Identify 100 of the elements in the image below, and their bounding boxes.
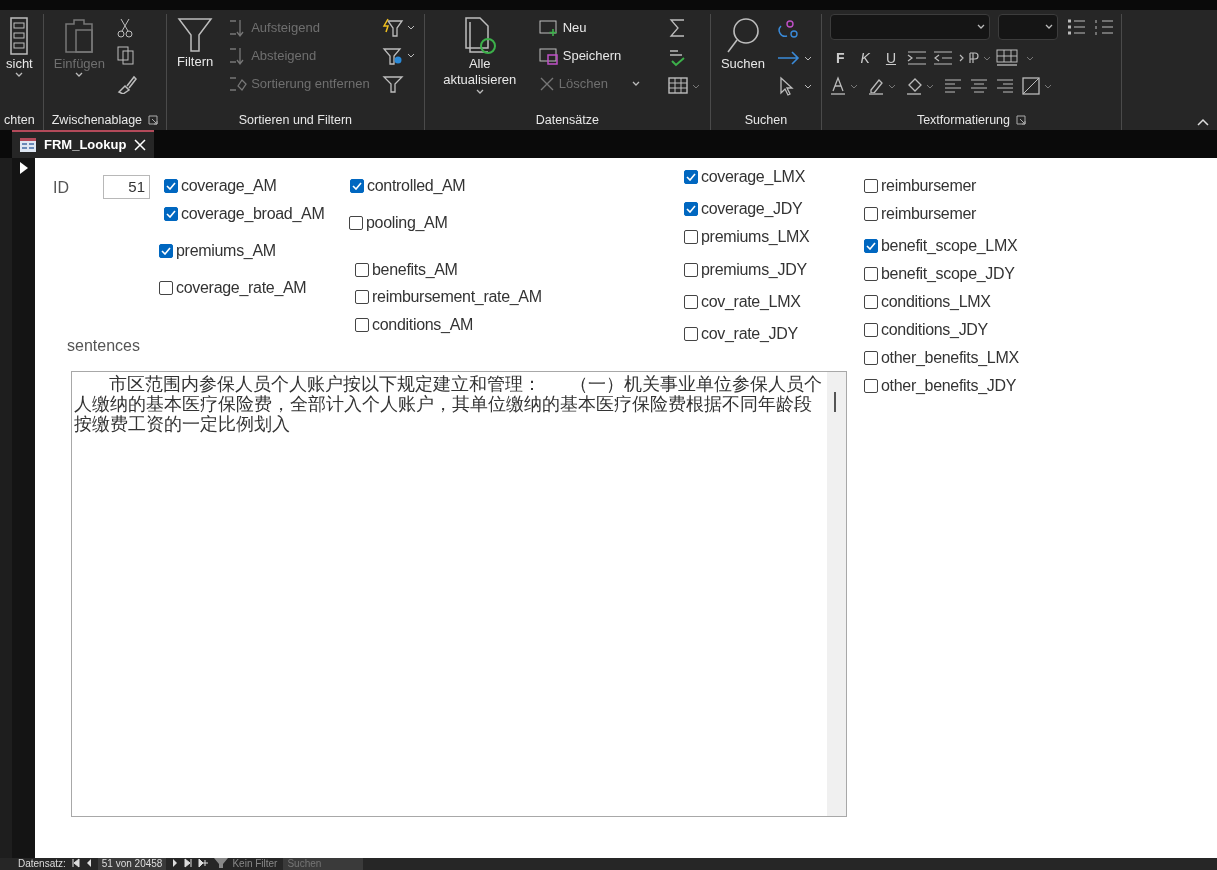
- last-record-icon[interactable]: [184, 858, 193, 868]
- checkbox[interactable]: [159, 281, 173, 295]
- bullet-list-icon[interactable]: [1066, 18, 1086, 36]
- checkbox-label: benefit_scope_JDY: [881, 264, 1015, 284]
- checkbox[interactable]: [159, 244, 173, 258]
- checkbox[interactable]: [349, 216, 363, 230]
- checkbox[interactable]: [864, 323, 878, 337]
- caret-icon[interactable]: [15, 72, 24, 79]
- checkbox-label: conditions_AM: [372, 315, 474, 335]
- caret-icon[interactable]: [475, 88, 484, 95]
- checkbox[interactable]: [684, 295, 698, 309]
- checkbox[interactable]: [864, 295, 878, 309]
- checkbox-label: other_benefits_LMX: [881, 348, 1019, 368]
- checkbox[interactable]: [864, 379, 878, 393]
- checkbox[interactable]: [864, 207, 878, 221]
- delete-icon: [538, 76, 555, 92]
- checkbox[interactable]: [864, 239, 878, 253]
- checkbox[interactable]: [355, 318, 369, 332]
- format-button[interactable]: K: [854, 44, 876, 72]
- checkbox-label: conditions_LMX: [881, 292, 991, 312]
- ribbon-button[interactable]: Suchen: [718, 14, 767, 75]
- checkbox[interactable]: [684, 170, 698, 184]
- collapse-ribbon-icon[interactable]: [1197, 118, 1209, 126]
- checkbox-label: reimbursemer: [881, 176, 977, 196]
- save-record-icon: [538, 47, 559, 65]
- group-label: chten: [4, 111, 35, 129]
- funnel-icon: [177, 16, 214, 54]
- checkbox[interactable]: [684, 263, 698, 277]
- scrollbar[interactable]: [827, 372, 846, 816]
- checkbox[interactable]: [350, 179, 364, 193]
- id-field[interactable]: 51: [103, 175, 150, 199]
- checkbox-label: controlled_AM: [367, 176, 466, 196]
- checkbox[interactable]: [355, 290, 369, 304]
- filter-status[interactable]: Kein Filter: [214, 858, 278, 870]
- format-button[interactable]: F: [830, 44, 851, 72]
- paintbrush-icon[interactable]: [117, 74, 138, 94]
- ribbon-button[interactable]: sicht: [4, 14, 35, 81]
- group-label: Sortieren und Filtern: [238, 111, 353, 129]
- dialog-launcher-icon[interactable]: [1016, 115, 1027, 125]
- checkbox-label: benefits_AM: [372, 260, 458, 280]
- field-label: ID: [53, 178, 69, 198]
- checkbox-label: premiums_JDY: [701, 260, 807, 280]
- toggle-filter-icon[interactable]: [381, 74, 404, 94]
- shape-border-icon[interactable]: [1022, 76, 1054, 96]
- select-pointer-icon[interactable]: [777, 76, 813, 96]
- checkbox-label: premiums_AM: [176, 241, 276, 261]
- format-button[interactable]: U: [879, 44, 902, 72]
- close-icon[interactable]: [134, 139, 147, 151]
- document-tab[interactable]: FRM_Lookup: [12, 130, 155, 158]
- first-record-icon[interactable]: [71, 858, 80, 868]
- table-icon[interactable]: [667, 76, 702, 96]
- checkbox[interactable]: [864, 179, 878, 193]
- checkbox-label: coverage_AM: [181, 176, 277, 196]
- checkbox[interactable]: [164, 179, 178, 193]
- font-color-icon[interactable]: [830, 76, 860, 96]
- record-number-field[interactable]: 51 von 20458: [97, 858, 167, 870]
- ribbon-button[interactable]: Filtern: [175, 14, 216, 73]
- ribbon-button[interactable]: Speichern: [536, 42, 642, 70]
- new-record-icon: [538, 19, 559, 37]
- group-label: Suchen: [744, 111, 788, 129]
- next-record-icon[interactable]: [172, 858, 179, 868]
- increase-indent-icon[interactable]: [906, 49, 928, 67]
- checkbox-label: reimbursemer: [881, 204, 977, 224]
- record-selector-icon[interactable]: [19, 162, 28, 174]
- checkbox-label: premiums_LMX: [701, 227, 810, 247]
- copy-icon[interactable]: [117, 46, 136, 66]
- advanced-filter-icon[interactable]: [381, 46, 416, 66]
- ribbon-button[interactable]: Alle aktualisieren: [432, 14, 527, 97]
- checkbox-label: benefit_scope_LMX: [881, 236, 1018, 256]
- checkbox-label: coverage_rate_AM: [176, 278, 307, 298]
- form-view-icon: [9, 16, 30, 56]
- align-right-icon[interactable]: [996, 78, 1014, 94]
- checkbox[interactable]: [164, 207, 178, 221]
- checkbox[interactable]: [684, 202, 698, 216]
- checkbox[interactable]: [355, 263, 369, 277]
- dialog-launcher-icon[interactable]: [148, 115, 159, 125]
- decrease-indent-icon[interactable]: [932, 49, 954, 67]
- quick-filter-icon[interactable]: [381, 18, 416, 38]
- caret-icon[interactable]: [1045, 24, 1053, 30]
- align-left-icon[interactable]: [944, 78, 962, 94]
- gridlines-icon[interactable]: [996, 49, 1036, 67]
- fill-bucket-icon[interactable]: [906, 76, 936, 96]
- checkbox[interactable]: [684, 327, 698, 341]
- checkbox[interactable]: [864, 351, 878, 365]
- scissors-icon[interactable]: [117, 18, 134, 38]
- checkbox-label: reimbursement_rate_AM: [372, 287, 542, 307]
- ribbon-button[interactable]: Neu: [536, 14, 642, 42]
- group-label: Zwischenablage: [51, 111, 143, 129]
- align-center-icon[interactable]: [970, 78, 988, 94]
- checkbox[interactable]: [864, 267, 878, 281]
- record-label: Datensatz:: [18, 858, 66, 870]
- previous-record-icon[interactable]: [85, 858, 92, 868]
- group-label: Textformatierung: [916, 111, 1011, 129]
- caret-icon[interactable]: [977, 24, 985, 30]
- group-label: Datensätze: [535, 111, 599, 129]
- replace-icon[interactable]: [777, 18, 799, 40]
- checkbox[interactable]: [684, 230, 698, 244]
- numbered-list-icon[interactable]: [1094, 18, 1114, 36]
- new-record-icon[interactable]: [198, 858, 209, 868]
- form-icon: [20, 138, 36, 152]
